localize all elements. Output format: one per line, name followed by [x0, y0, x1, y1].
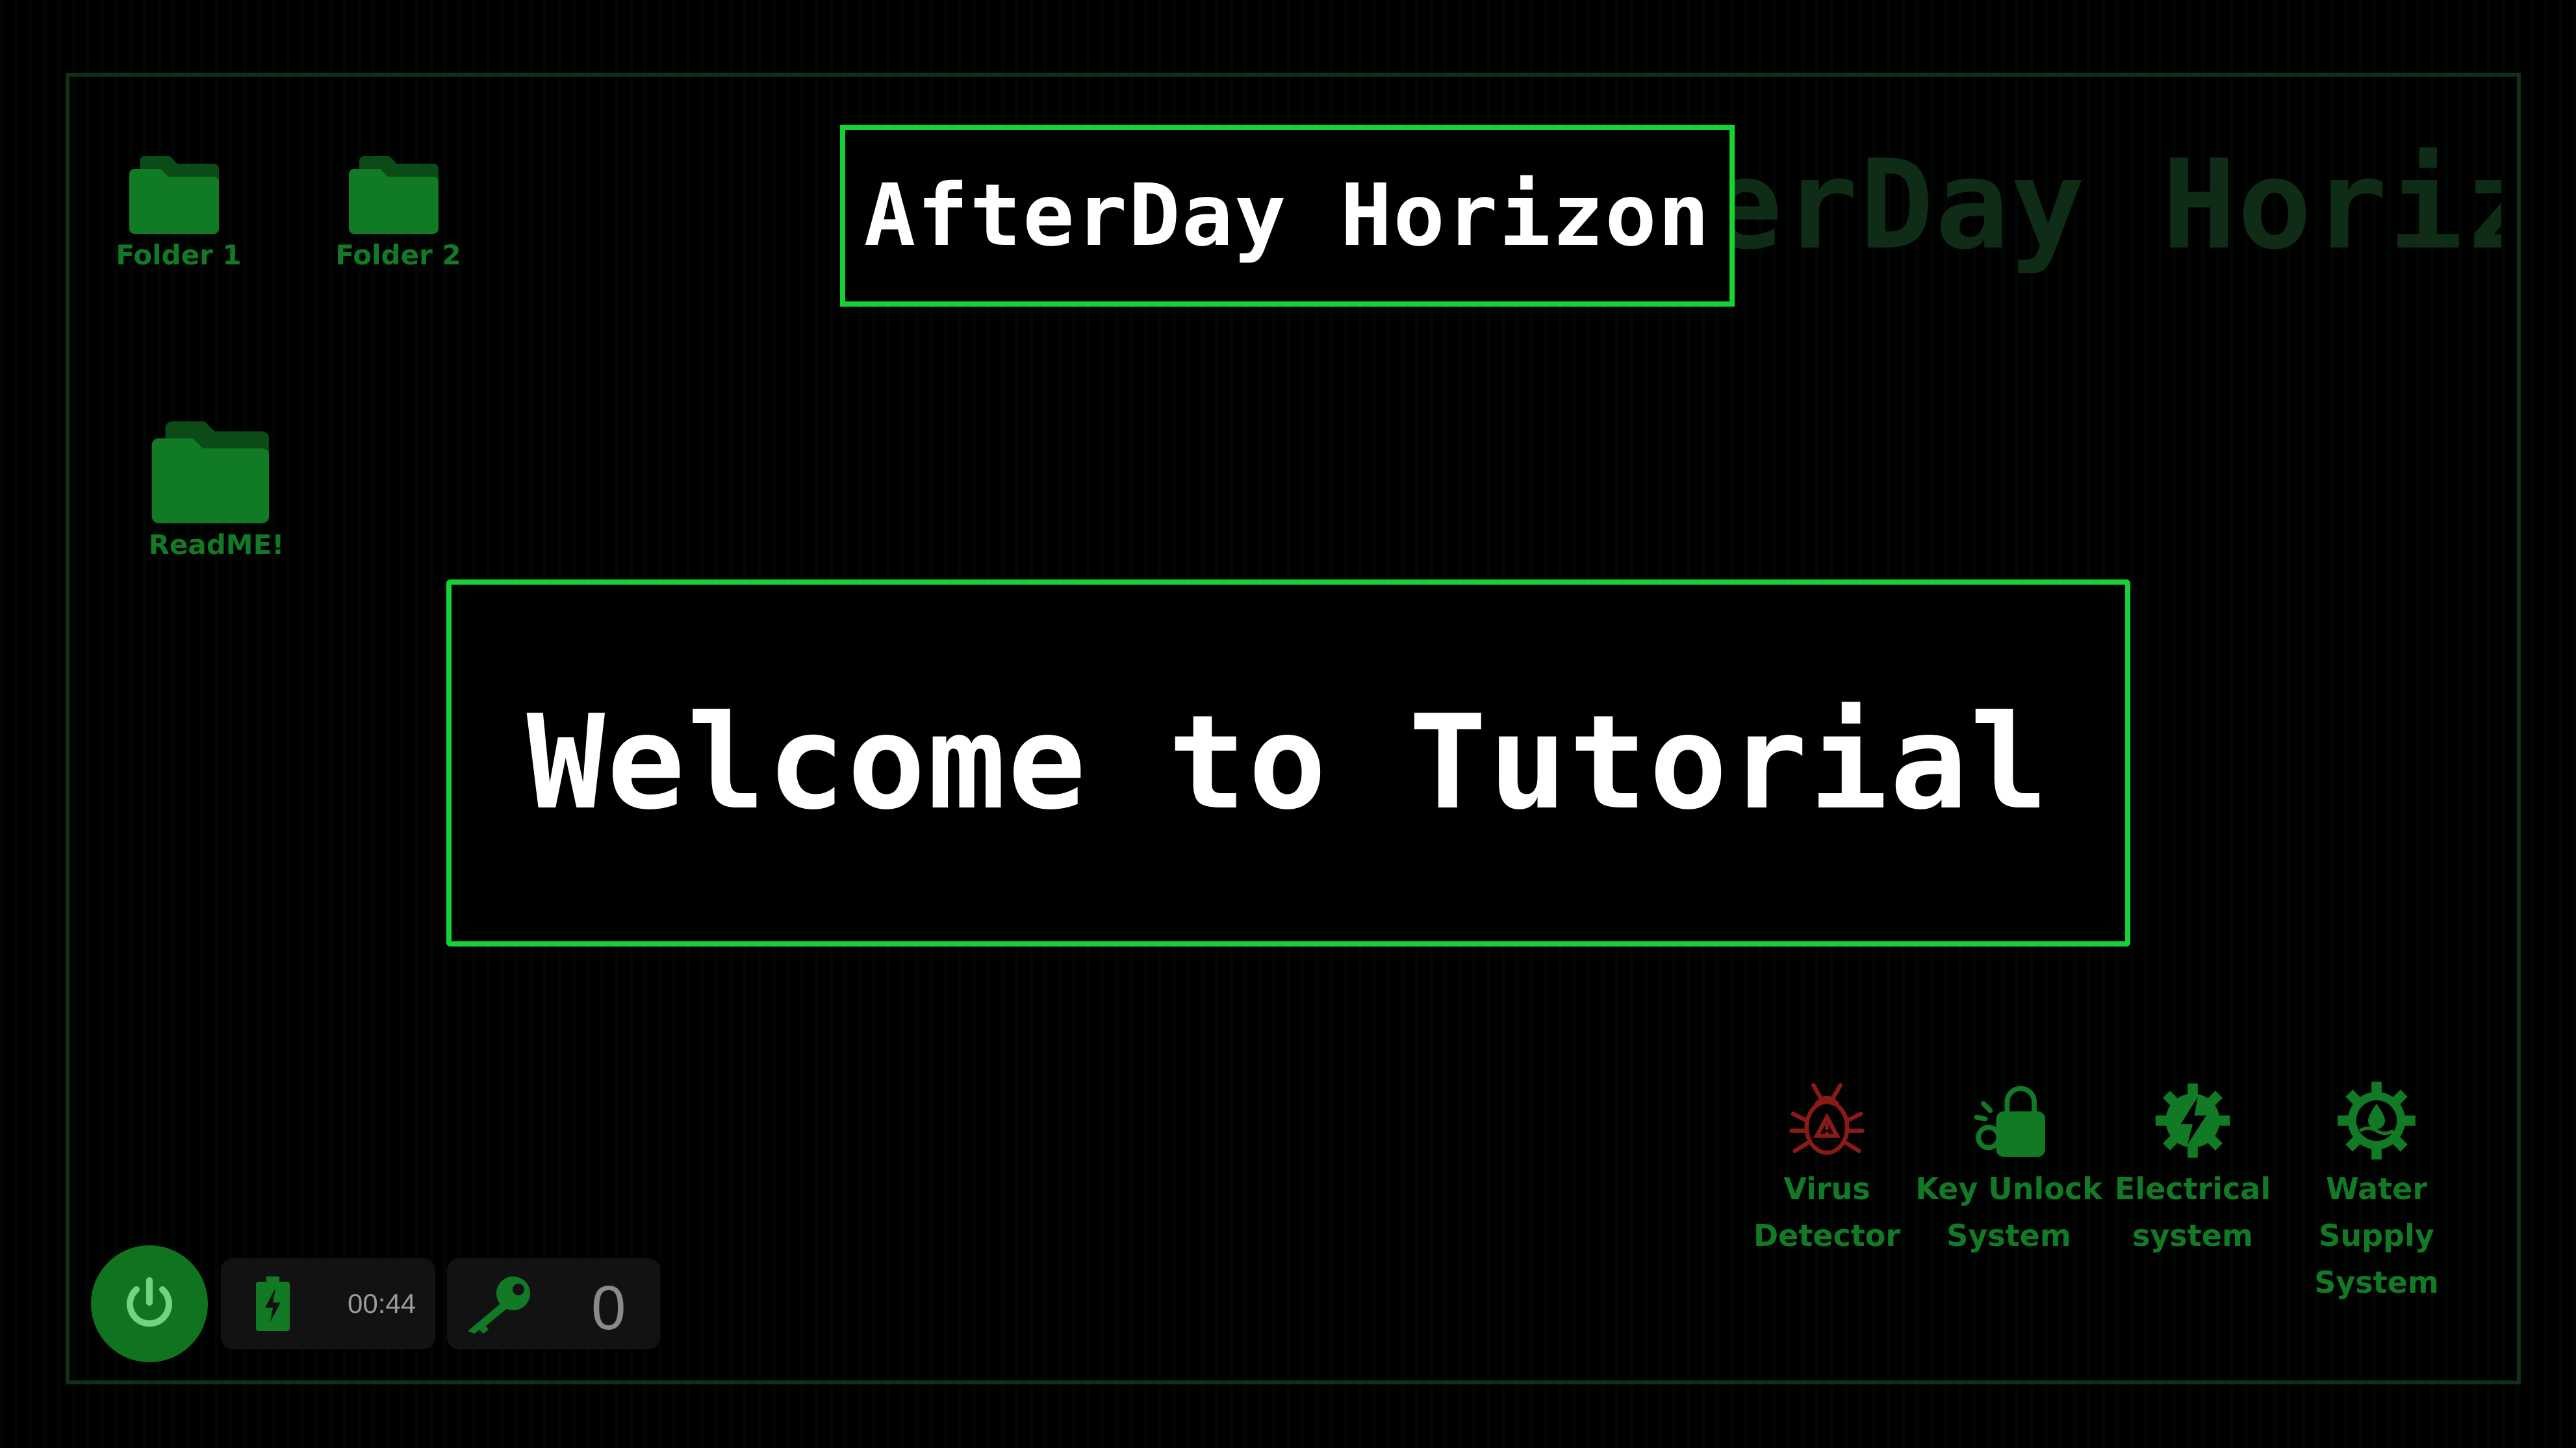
label-line: Water [2325, 1171, 2427, 1206]
folder-1[interactable]: Folder 1 [110, 151, 247, 271]
battery-charging-icon [256, 1277, 290, 1331]
virus-detector-label: Virus Detector [1729, 1165, 1924, 1259]
electrical-system-label: Electrical system [2095, 1165, 2290, 1259]
keys-panel: 0 [447, 1258, 660, 1349]
game-title: AfterDay Horizon [863, 166, 1711, 266]
power-button[interactable] [91, 1245, 208, 1362]
tutorial-welcome-dialog[interactable]: Welcome to Tutorial [446, 579, 2130, 946]
label-line: Virus [1783, 1171, 1870, 1206]
folder-icon [129, 156, 219, 234]
label-line: Supply [2319, 1218, 2434, 1253]
key-unlock-app[interactable]: Key Unlock System [1915, 1078, 2102, 1259]
electrical-gear-icon [2155, 1083, 2230, 1158]
virus-icon [1789, 1083, 1865, 1155]
key-icon [468, 1277, 530, 1334]
game-screen: AfterDay Horizon Folder 1 Folder 2 ReadM… [0, 0, 2576, 1448]
label-line: Electrical [2114, 1171, 2271, 1206]
battery-timer-panel: 00:44 [221, 1258, 435, 1349]
label-line: system [2132, 1218, 2253, 1253]
power-icon [127, 1277, 172, 1327]
water-gear-icon [2338, 1082, 2416, 1160]
label-line: System [2314, 1265, 2439, 1300]
water-supply-label: Water Supply System [2279, 1165, 2474, 1306]
key-unlock-label: Key Unlock System [1911, 1165, 2106, 1259]
key-unlock-icon [1974, 1086, 2045, 1157]
label-line: System [1946, 1218, 2071, 1253]
welcome-message: Welcome to Tutorial [526, 687, 2050, 839]
virus-detector-app[interactable]: Virus Detector [1742, 1078, 1911, 1259]
label-line: Detector [1753, 1218, 1901, 1253]
folder-icon [349, 156, 439, 234]
electrical-system-app[interactable]: Electrical system [2108, 1078, 2277, 1259]
folder-icon [151, 421, 270, 524]
title-banner: AfterDay Horizon [840, 125, 1735, 307]
folder-label: Folder 2 [335, 239, 461, 271]
folder-readme[interactable]: ReadME! [142, 414, 291, 561]
timer-text: 00:44 [348, 1288, 416, 1319]
folder-label: Folder 1 [116, 239, 242, 271]
water-supply-app[interactable]: Water Supply System [2292, 1078, 2461, 1306]
label-line: Key Unlock [1915, 1171, 2102, 1206]
folder-2[interactable]: Folder 2 [330, 151, 466, 271]
keys-count: 0 [591, 1273, 626, 1343]
folder-label: ReadME! [148, 529, 285, 561]
